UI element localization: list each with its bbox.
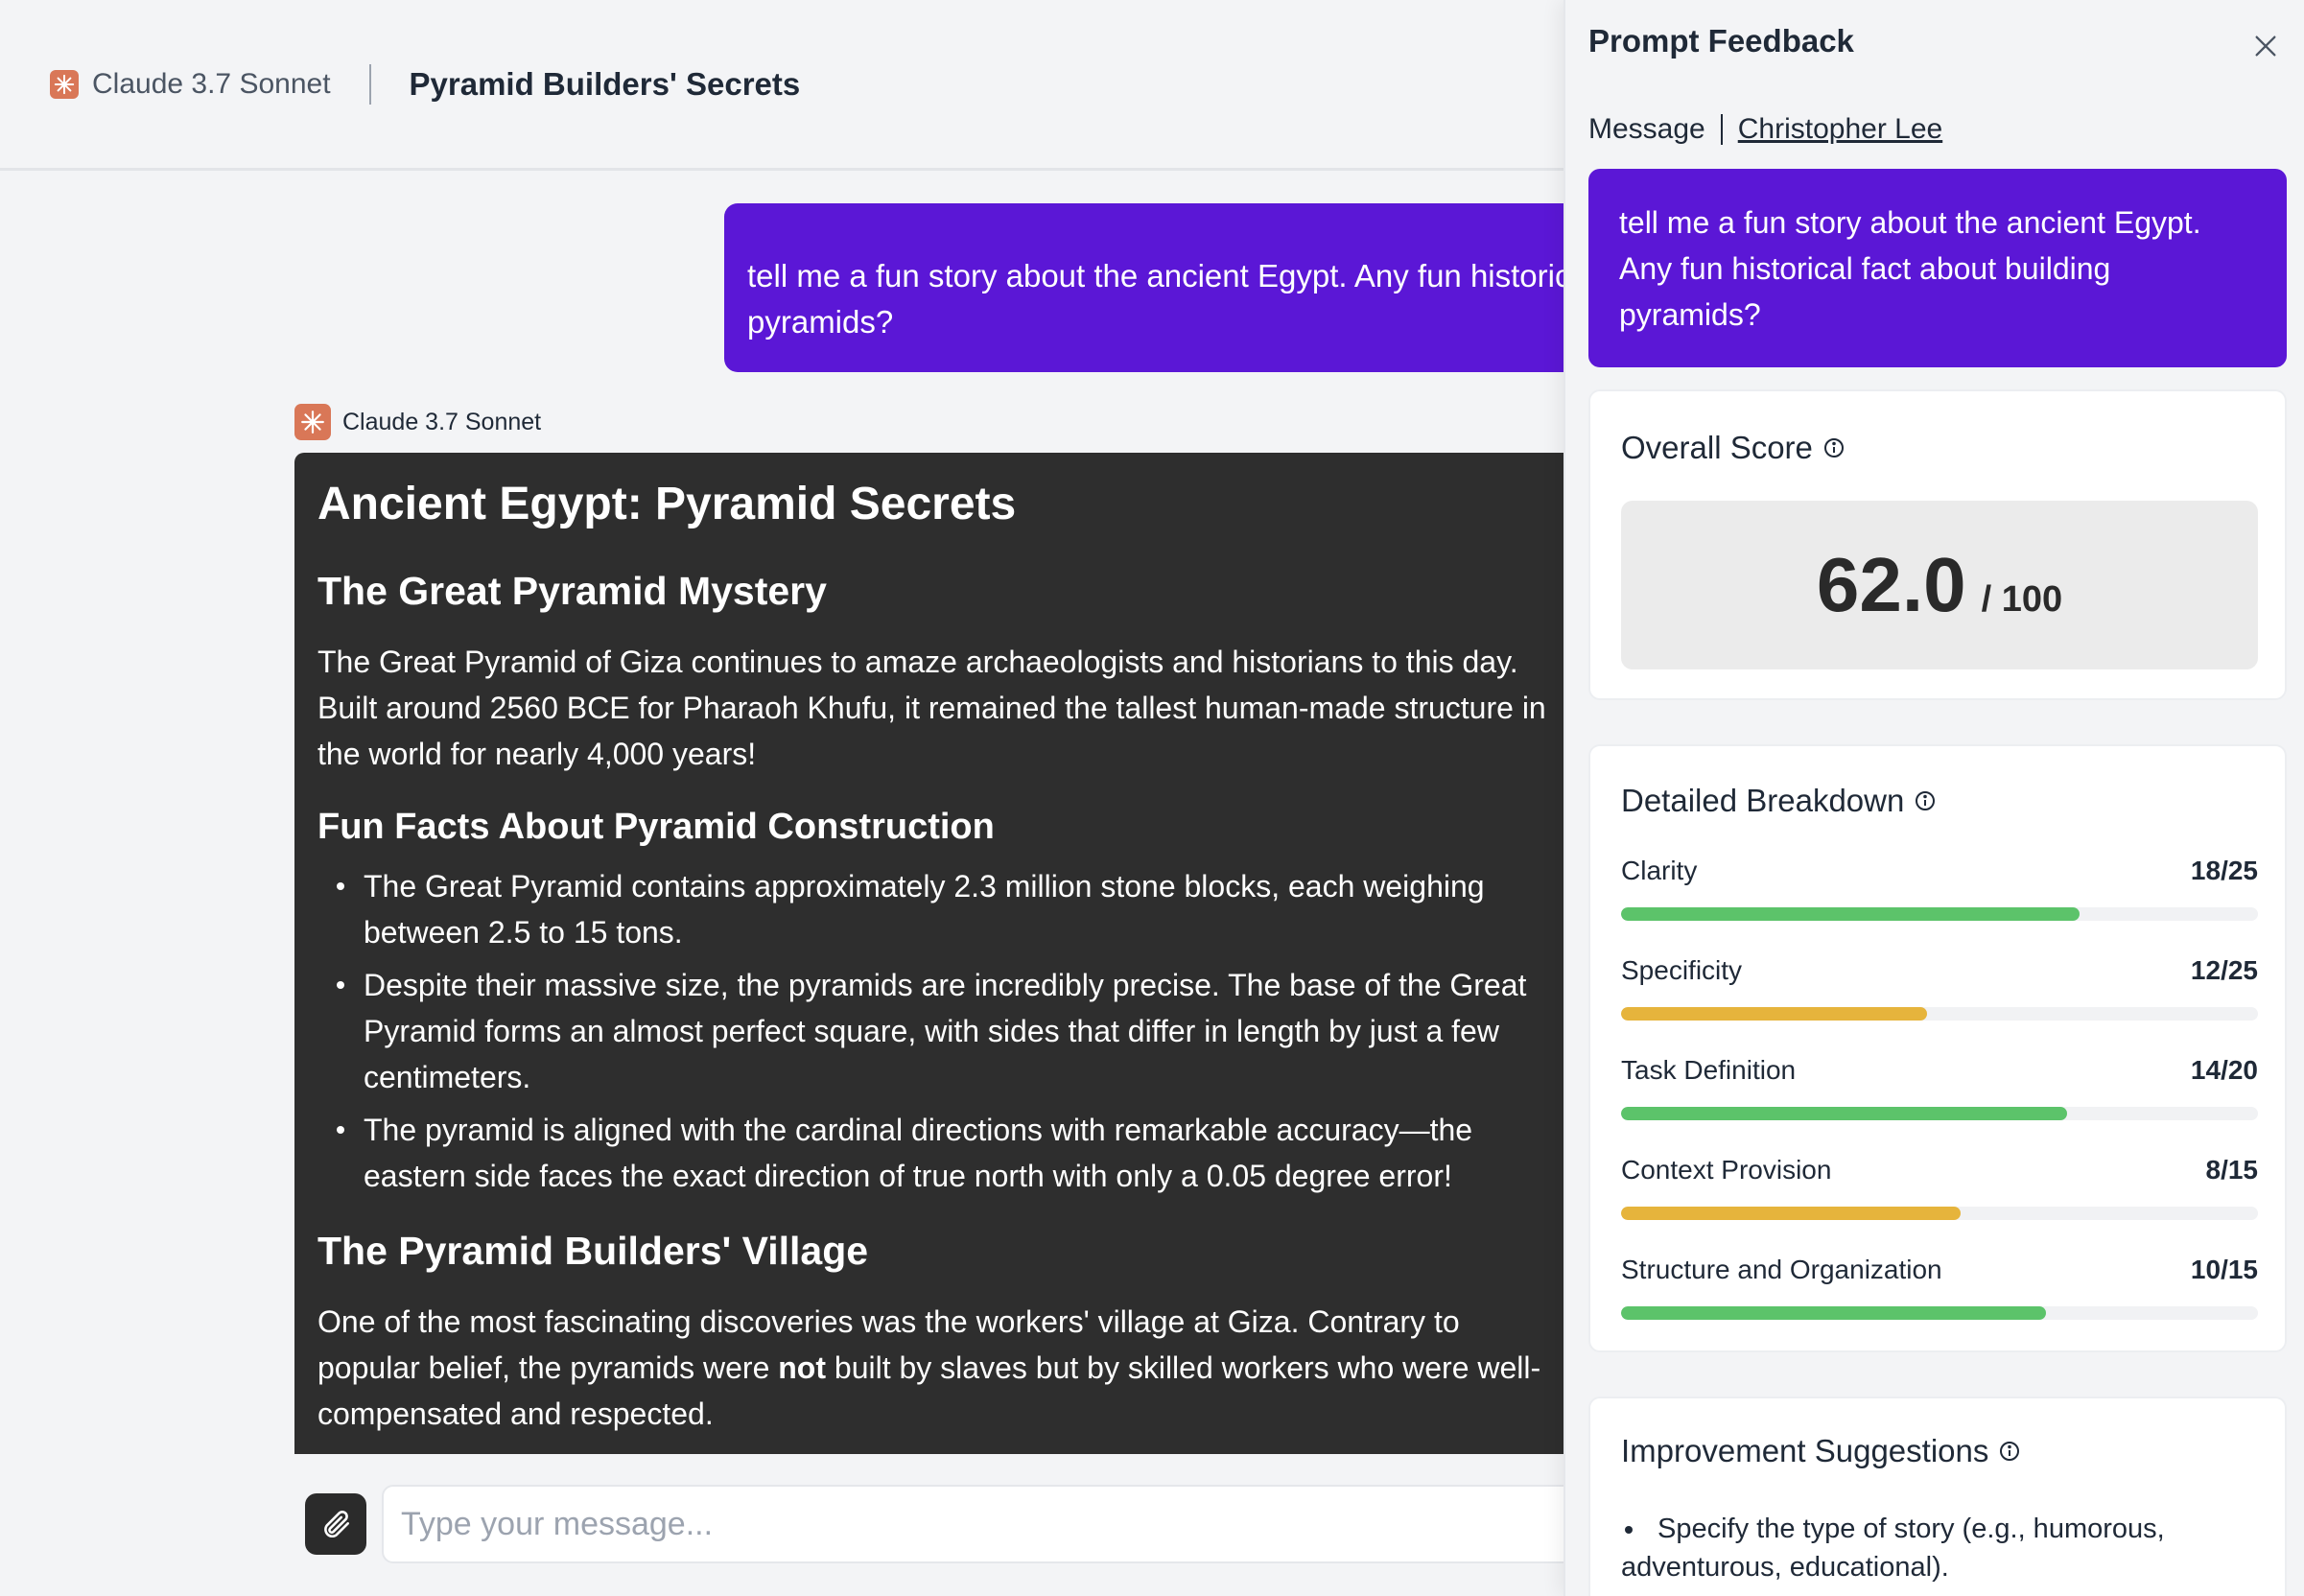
- criterion-bar-track: [1621, 907, 2258, 921]
- criterion-score: 10/15: [2190, 1255, 2258, 1284]
- claude-logo-icon: [50, 69, 79, 99]
- response-title: Ancient Egypt: Pyramid Secrets: [317, 479, 1017, 529]
- criterion-label: Clarity: [1621, 856, 1698, 885]
- user-message-line: tell me a fun story about the ancient Eg…: [747, 258, 1563, 293]
- close-icon: [2255, 35, 2276, 57]
- card-title-text: Improvement Suggestions: [1621, 1433, 1989, 1468]
- emphasis-text: not: [778, 1350, 826, 1385]
- criterion-label: Specificity: [1621, 955, 1743, 985]
- assistant-message: Ancient Egypt: Pyramid Secrets The Great…: [294, 453, 1563, 1454]
- fact-item: The pyramid is aligned with the cardinal…: [317, 1107, 1557, 1199]
- improvement-suggestions-card: Improvement Suggestions Specify the type…: [1588, 1396, 2287, 1596]
- criterion-clarity: Clarity 18/25: [1621, 856, 2258, 921]
- criterion-label: Structure and Organization: [1621, 1255, 1942, 1284]
- fact-item: The Great Pyramid contains approximately…: [317, 863, 1557, 955]
- message-input[interactable]: [382, 1485, 1590, 1563]
- info-icon[interactable]: [1914, 789, 1937, 812]
- criterion-bar-track: [1621, 1107, 2258, 1120]
- overall-score-title: Overall Score: [1621, 430, 1846, 466]
- response-section-title: The Great Pyramid Mystery: [317, 569, 827, 613]
- claude-logo-icon: [294, 404, 331, 440]
- fact-list: The Great Pyramid contains approximately…: [317, 863, 1557, 1199]
- response-paragraph: The Great Pyramid of Giza continues to a…: [317, 645, 1546, 771]
- score-value: 62.0: [1816, 542, 1966, 627]
- fact-item: Despite their massive size, the pyramids…: [317, 962, 1557, 1100]
- panel-title: Prompt Feedback: [1588, 23, 1854, 59]
- criterion-context-provision: Context Provision 8/15: [1621, 1155, 2258, 1220]
- criterion-bar-track: [1621, 1207, 2258, 1220]
- criterion-bar-fill: [1621, 1207, 1961, 1220]
- suggestion-list: Specify the type of story (e.g., humorou…: [1621, 1510, 2258, 1586]
- detailed-breakdown-card: Detailed Breakdown Clarity 18/25 Specifi…: [1588, 744, 2287, 1352]
- header-divider: [368, 63, 371, 105]
- user-message-line: pyramids?: [747, 304, 894, 340]
- criterion-bar-fill: [1621, 1007, 1927, 1021]
- assistant-label: Claude 3.7 Sonnet: [294, 404, 541, 440]
- message-meta: Message Christopher Lee: [1588, 113, 1942, 146]
- criterion-structure-organization: Structure and Organization 10/15: [1621, 1255, 2258, 1320]
- criterion-score: 18/25: [2190, 856, 2258, 885]
- message-composer: [0, 1454, 1590, 1596]
- chat-header: Claude 3.7 Sonnet Pyramid Builders' Secr…: [0, 0, 1563, 171]
- info-icon[interactable]: [1998, 1440, 2021, 1463]
- model-selector[interactable]: Claude 3.7 Sonnet: [50, 68, 331, 101]
- prompt-feedback-panel: Prompt Feedback Message Christopher Lee …: [1563, 0, 2304, 1596]
- close-button[interactable]: [2248, 29, 2283, 63]
- criterion-score: 14/20: [2190, 1055, 2258, 1085]
- attach-button[interactable]: [305, 1493, 366, 1555]
- score-display: 62.0 / 100: [1621, 501, 2258, 669]
- card-title-text: Overall Score: [1621, 430, 1813, 465]
- overall-score-card: Overall Score 62.0 / 100: [1588, 389, 2287, 700]
- criterion-bar-fill: [1621, 1107, 2067, 1120]
- criterion-bar-track: [1621, 1306, 2258, 1320]
- meta-divider: [1720, 114, 1723, 145]
- prompt-preview: tell me a fun story about the ancient Eg…: [1588, 169, 2287, 367]
- model-name: Claude 3.7 Sonnet: [92, 67, 331, 100]
- response-paragraph: One of the most fascinating discoveries …: [317, 1299, 1557, 1437]
- info-icon[interactable]: [1822, 436, 1846, 459]
- assistant-name: Claude 3.7 Sonnet: [342, 408, 542, 435]
- meta-label: Message: [1588, 113, 1705, 145]
- suggestion-text: adventurous, educational).: [1621, 1552, 1949, 1583]
- criterion-task-definition: Task Definition 14/20: [1621, 1055, 2258, 1120]
- suggestions-title: Improvement Suggestions: [1621, 1433, 2021, 1469]
- criterion-score: 8/15: [2205, 1155, 2259, 1185]
- score-max: / 100: [1981, 579, 2063, 620]
- suggestion-text: Specify the type of story (e.g., humorou…: [1657, 1514, 2165, 1544]
- conversation-title: Pyramid Builders' Secrets: [409, 65, 801, 102]
- criterion-bar-fill: [1621, 1306, 2046, 1320]
- response-section-title: Fun Facts About Pyramid Construction: [317, 807, 995, 847]
- breakdown-title: Detailed Breakdown: [1621, 783, 1937, 819]
- criterion-specificity: Specificity 12/25: [1621, 955, 2258, 1021]
- user-message: tell me a fun story about the ancient Eg…: [724, 203, 1563, 372]
- response-section-title: The Pyramid Builders' Village: [317, 1229, 869, 1273]
- criterion-bar-fill: [1621, 907, 2081, 921]
- paperclip-icon: [324, 1511, 350, 1538]
- author-link[interactable]: Christopher Lee: [1738, 113, 1942, 146]
- criterion-score: 12/25: [2190, 955, 2258, 985]
- criterion-label: Task Definition: [1621, 1055, 1797, 1085]
- criterion-label: Context Provision: [1621, 1155, 1832, 1185]
- chat-thread: tell me a fun story about the ancient Eg…: [0, 174, 1563, 1454]
- suggestion-item: Specify the type of story (e.g., humorou…: [1621, 1510, 2258, 1586]
- card-title-text: Detailed Breakdown: [1621, 783, 1905, 818]
- criterion-bar-track: [1621, 1007, 2258, 1021]
